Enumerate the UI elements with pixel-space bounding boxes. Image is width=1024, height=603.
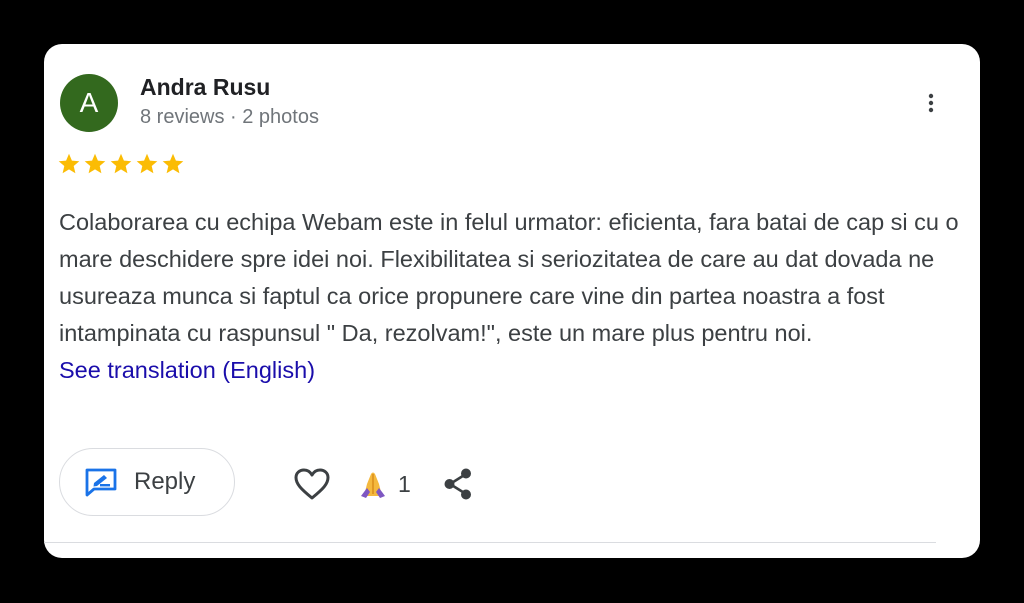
see-translation-link[interactable]: See translation (English) [59,352,315,389]
star-icon [110,153,132,174]
share-icon [444,468,471,500]
reviewer-name[interactable]: Andra Rusu [140,74,270,101]
divider [44,542,936,543]
avatar-letter: A [79,87,99,118]
like-button[interactable] [290,462,334,506]
star-icon [162,153,184,174]
reply-icon [85,468,117,497]
review-text: Colaborarea cu echipa Webam este in felu… [59,209,959,346]
avatar[interactable]: A [60,74,118,132]
star-icon [84,153,106,174]
heart-outline-icon [294,468,330,500]
more-vert-icon [928,93,934,113]
reply-label: Reply [134,468,196,495]
star-icon [136,153,158,174]
star-rating [57,152,185,176]
reviewer-meta: 8 reviews · 2 photos [140,106,319,128]
review-card: A Andra Rusu 8 reviews · 2 photos Colabo… [44,44,980,558]
reaction-count: 1 [398,470,411,497]
share-button[interactable] [438,464,478,504]
folded-hands-icon [361,472,385,498]
star-icon [58,153,80,174]
review-body: Colaborarea cu echipa Webam este in felu… [59,204,971,389]
more-options-button[interactable] [916,88,946,118]
reply-button[interactable]: Reply [59,448,235,516]
reaction-summary[interactable]: 1 [358,467,411,501]
